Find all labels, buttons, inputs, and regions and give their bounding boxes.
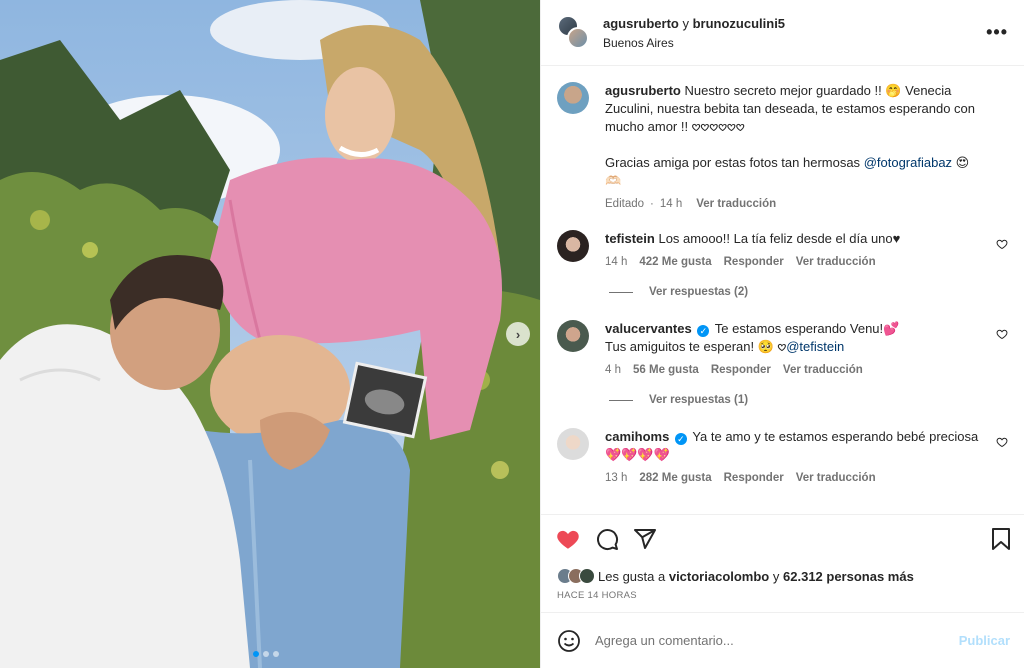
like-comment-heart-icon[interactable]: [996, 238, 1008, 250]
comment: tefistein Los amooo!! La tía feliz desde…: [557, 230, 1010, 268]
verified-badge-icon: ✓: [697, 325, 710, 337]
carousel-dot: [273, 651, 279, 657]
publish-button[interactable]: Publicar: [959, 633, 1010, 648]
mention-link[interactable]: @tefistein: [786, 339, 844, 354]
carousel-dots: [253, 651, 279, 657]
like-comment-heart-icon[interactable]: [996, 436, 1008, 448]
comment: camihoms ✓ Ya te amo y te estamos espera…: [557, 428, 1010, 484]
comment-text-line2: 💖💖💖💖: [605, 447, 670, 462]
post-actions: [541, 514, 1024, 562]
likes-prefix: Les gusta a: [598, 568, 666, 584]
view-replies-label: Ver respuestas (2): [649, 286, 749, 298]
likes-count[interactable]: 62.312 personas más: [783, 569, 914, 584]
comment-time[interactable]: 14 h: [605, 256, 627, 268]
comment-username[interactable]: valucervantes: [605, 321, 692, 336]
avatar: [579, 568, 595, 584]
avatar[interactable]: [567, 26, 589, 49]
caption-time[interactable]: 14 h: [660, 198, 682, 210]
caption-text: Gracias amiga por estas fotos tan hermos…: [605, 155, 861, 170]
comment-input[interactable]: [595, 633, 959, 648]
comment-text: Ya te amo y te estamos esperando bebé pr…: [692, 429, 979, 444]
comment-time[interactable]: 4 h: [605, 364, 621, 376]
carousel-dot: [263, 651, 269, 657]
comment-likes[interactable]: 422 Me gusta: [639, 256, 711, 268]
collab-avatars[interactable]: [557, 14, 593, 51]
likes-summary[interactable]: Les gusta a victoriacolombo y 62.312 per…: [541, 562, 1024, 590]
avatar[interactable]: [557, 230, 589, 262]
reply-button[interactable]: Responder: [724, 256, 784, 268]
comment-time[interactable]: 13 h: [605, 472, 627, 484]
carousel-dot: [253, 651, 259, 657]
like-heart-icon[interactable]: [555, 526, 581, 552]
save-bookmark-icon[interactable]: [990, 527, 1012, 551]
translate-link[interactable]: Ver traducción: [796, 472, 876, 484]
comment-likes[interactable]: 282 Me gusta: [639, 472, 711, 484]
reply-button[interactable]: Responder: [724, 472, 784, 484]
reply-button[interactable]: Responder: [711, 364, 771, 376]
comment-text-line2: Tus amiguitos te esperan! 🥺 𖹭: [605, 339, 787, 354]
authors-joiner: y: [682, 15, 689, 31]
comment: valucervantes ✓ Te estamos esperando Ven…: [557, 320, 1010, 376]
verified-badge-icon: ✓: [674, 433, 687, 445]
post-timestamp[interactable]: HACE 14 HORAS: [541, 590, 1024, 612]
post-photo[interactable]: ›: [0, 0, 540, 668]
likes-joiner: y: [772, 568, 780, 584]
replies-line: [609, 291, 633, 293]
more-horizontal-icon[interactable]: •••: [986, 22, 1008, 43]
author-username[interactable]: brunozuculini5: [693, 16, 785, 31]
post-authors: agusruberto y brunozuculini5: [603, 16, 785, 31]
comment-icon[interactable]: [595, 527, 619, 551]
mention-link[interactable]: @fotografiabaz: [864, 155, 952, 170]
separator: ·: [650, 198, 654, 210]
next-photo-button[interactable]: ›: [506, 322, 530, 346]
caption: agusruberto Nuestro secreto mejor guarda…: [557, 82, 1010, 210]
post-location[interactable]: Buenos Aires: [603, 36, 785, 50]
translate-link[interactable]: Ver traducción: [796, 256, 876, 268]
add-comment-bar: Publicar: [541, 612, 1024, 668]
edited-label: Editado: [605, 198, 645, 210]
translate-link[interactable]: Ver traducción: [783, 364, 863, 376]
translate-link[interactable]: Ver traducción: [696, 198, 776, 210]
comment-text: Te estamos esperando Venu!💕: [714, 321, 900, 336]
post-sidebar: agusruberto y brunozuculini5 Buenos Aire…: [540, 0, 1024, 668]
like-comment-heart-icon[interactable]: [996, 328, 1008, 340]
share-icon[interactable]: [633, 527, 657, 551]
comment-username[interactable]: camihoms: [605, 429, 669, 444]
author-username[interactable]: agusruberto: [603, 16, 679, 31]
liker-username[interactable]: victoriacolombo: [669, 569, 769, 584]
comment-likes[interactable]: 56 Me gusta: [633, 364, 699, 376]
comment-text: Los amooo!! La tía feliz desde el día un…: [658, 231, 901, 246]
view-replies-label: Ver respuestas (1): [649, 394, 749, 406]
avatar[interactable]: [557, 320, 589, 352]
liker-avatars: [557, 568, 595, 584]
photo-illustration: [0, 0, 540, 668]
emoji-icon[interactable]: [557, 629, 581, 653]
caption-username[interactable]: agusruberto: [605, 83, 681, 98]
post-dialog: › agusruberto y brunozuculini5 Buenos Ai…: [0, 0, 1024, 668]
replies-line: [609, 399, 633, 401]
comments-list: agusruberto Nuestro secreto mejor guarda…: [541, 66, 1024, 514]
avatar[interactable]: [557, 82, 589, 114]
avatar[interactable]: [557, 428, 589, 460]
comment-username[interactable]: tefistein: [605, 231, 655, 246]
view-replies-button[interactable]: Ver respuestas (2): [609, 286, 1010, 298]
post-header: agusruberto y brunozuculini5 Buenos Aire…: [541, 0, 1024, 66]
view-replies-button[interactable]: Ver respuestas (1): [609, 394, 1010, 406]
